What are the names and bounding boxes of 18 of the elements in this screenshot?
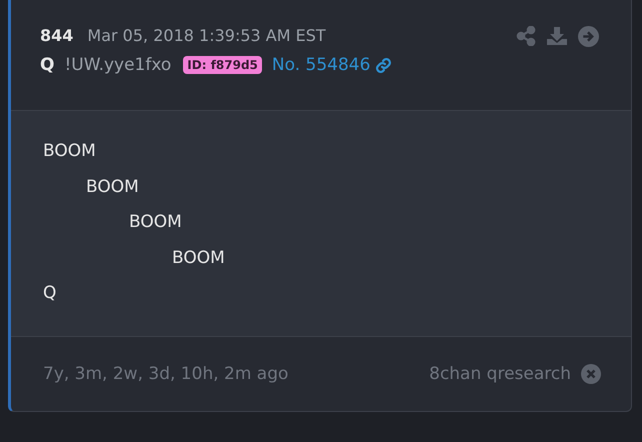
share-icon[interactable] (516, 26, 536, 46)
body-line: BOOM (172, 246, 226, 270)
author-name: Q (40, 55, 54, 75)
link-icon (375, 56, 392, 74)
post-timestamp: Mar 05, 2018 1:39:53 AM EST (87, 26, 326, 44)
post-link[interactable]: No. 554846 (272, 55, 392, 75)
post-number: 844 (40, 26, 74, 44)
download-icon[interactable] (546, 26, 568, 46)
body-line: BOOM (86, 176, 140, 198)
arrow-right-icon[interactable] (578, 26, 599, 47)
close-icon[interactable] (581, 364, 601, 384)
body-line: BOOM (43, 140, 97, 163)
id-badge: ID: f879d5 (183, 56, 262, 74)
post-age: 7y, 3m, 2w, 3d, 10h, 2m ago (43, 364, 288, 384)
tripcode: !UW.yye1fxo (64, 55, 172, 75)
body-line: Q (43, 282, 58, 305)
body-line: BOOM (129, 211, 183, 234)
source-label: 8chan qresearch (429, 364, 571, 384)
